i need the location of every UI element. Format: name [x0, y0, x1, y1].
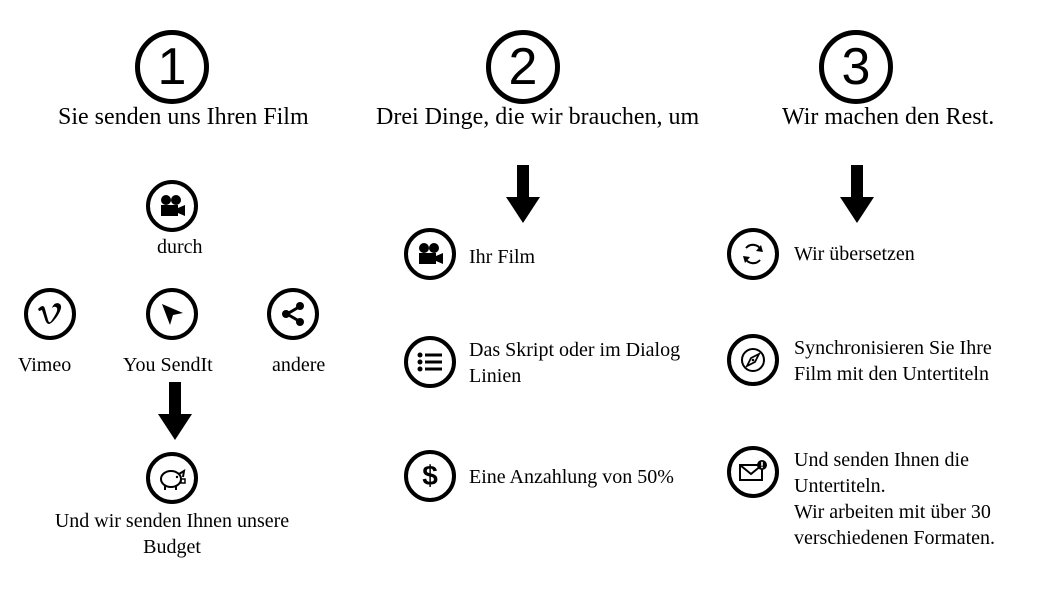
step-2-number: 2: [486, 30, 560, 104]
need-item-1: Ihr Film: [469, 246, 536, 268]
arrow-down-icon: [506, 165, 540, 223]
compass-icon: [727, 334, 779, 386]
mail-alert-icon: [727, 446, 779, 498]
result-text: Und wir senden Ihnen unsere Budget: [24, 508, 320, 560]
list-icon: [404, 336, 456, 388]
film-camera-icon: [146, 180, 198, 232]
step3-item-2-line: Film mit den Untertiteln: [794, 363, 989, 385]
channel-vimeo: Vimeo: [18, 354, 72, 376]
channel-other: andere: [272, 354, 326, 376]
step-3-title: Wir machen den Rest.: [782, 104, 995, 130]
dollar-glyph: $: [422, 460, 438, 491]
channel-yousendit: You SendIt: [123, 354, 213, 376]
step3-item-3-line: Untertiteln.: [794, 475, 886, 497]
step3-item-3-line: Wir arbeiten mit über 30: [794, 501, 991, 523]
step-2-title: Drei Dinge, die wir brauchen, um: [376, 104, 700, 130]
need-item-3: Eine Anzahlung von 50%: [469, 466, 674, 488]
send-icon: [146, 288, 198, 340]
piggy-bank-icon: [146, 452, 198, 504]
step3-item-3-line: Und senden Ihnen die: [794, 449, 969, 471]
step3-item-1: Wir übersetzen: [794, 243, 915, 265]
need-item-2-line: Linien: [469, 365, 522, 387]
vimeo-icon: [24, 288, 76, 340]
arrow-down-icon: [158, 382, 192, 440]
step3-item-3-line: verschiedenen Formaten.: [794, 527, 996, 549]
result-line: Und wir senden Ihnen unsere: [54, 510, 290, 532]
result-line: Budget: [143, 536, 201, 558]
via-label: durch: [157, 236, 203, 258]
film-camera-icon: [404, 228, 456, 280]
step-1-number: 1: [135, 30, 209, 104]
step3-item-2-line: Synchronisieren Sie Ihre: [794, 337, 992, 359]
refresh-icon: [727, 228, 779, 280]
arrow-down-icon: [840, 165, 874, 223]
dollar-icon: $: [404, 450, 456, 502]
step3-item-2: Synchronisieren Sie Ihre Film mit den Un…: [794, 335, 992, 387]
step-1-title: Sie senden uns Ihren Film: [58, 104, 309, 130]
need-item-2-line: Das Skript oder im Dialog: [469, 339, 681, 361]
step3-item-3: Und senden Ihnen die Untertiteln. Wir ar…: [794, 447, 995, 551]
step-3-number: 3: [819, 30, 893, 104]
need-item-2: Das Skript oder im Dialog Linien: [469, 337, 680, 389]
share-icon: [267, 288, 319, 340]
